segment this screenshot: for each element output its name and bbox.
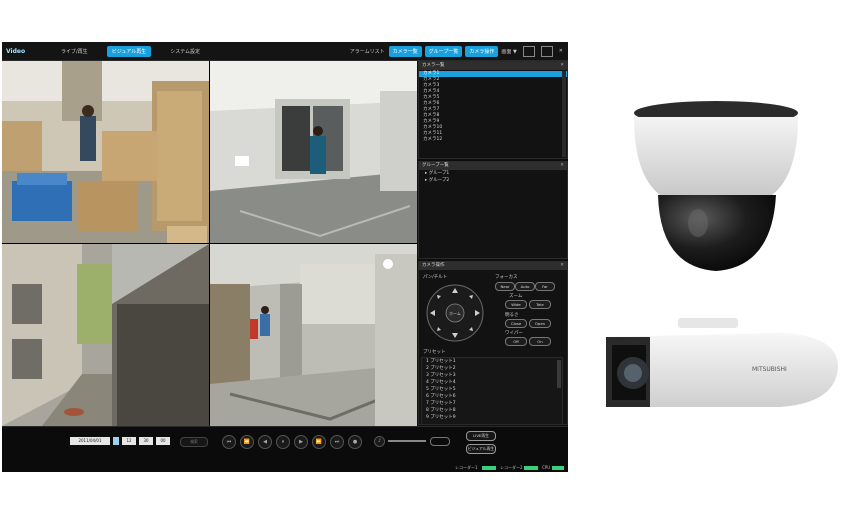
screen-menu[interactable]: 画面 ▼ [501,48,516,55]
zoom-tele-button[interactable]: Tele [529,300,551,309]
tab-system-settings[interactable]: システム設定 [165,46,205,57]
focus-far-button[interactable]: Far [535,282,555,291]
close-icon[interactable]: ✕ [560,262,564,270]
layout-icon[interactable] [522,45,535,57]
preset-item[interactable]: 3 プリセット3 [426,373,554,379]
pause-icon[interactable]: ⏸ [276,435,290,449]
hour-field[interactable]: 12 [122,437,136,445]
playback-bar: 2011/04/01 12 30 00 検索 ⏮ ⏪ ◀ ⏸ ▶ ⏩ ⏭ ● ♪… [2,426,568,472]
camera-control-header: カメラ操作 ✕ [419,262,567,270]
search-button[interactable]: 検索 [180,437,208,447]
camera-list-header: カメラ一覧 ✕ [419,62,567,70]
camera-view-1[interactable] [2,61,209,243]
camera-view-2[interactable] [210,61,417,243]
iris-close-button[interactable]: Close [505,319,527,328]
rewind-icon[interactable]: ⏪ [240,435,254,449]
focus-near-button[interactable]: Near [495,282,515,291]
camera-list-scrollbar[interactable] [562,71,566,157]
cpu-status-label: CPU [542,465,551,470]
speaker-icon[interactable]: ♪ [374,436,385,447]
preset-label: プリセット [423,350,446,355]
camera-control-button[interactable]: カメラ操作 [465,45,499,57]
recorder2-status-bar [524,466,538,470]
close-icon[interactable]: ✕ [560,62,564,70]
group-list-item[interactable]: ▸ グループ2 [419,177,567,184]
group-list-item[interactable]: ▸ グループ1 [419,170,567,177]
close-icon[interactable]: ✕ [560,162,564,170]
minute-field[interactable]: 30 [139,437,153,445]
camera-list-panel: カメラ一覧 ✕ カメラ1 カメラ2 カメラ3 カメラ4 カメラ5 カメラ6 カメ… [418,61,568,159]
iris-label: 明るさ [505,313,519,318]
surveillance-app-window: Video ライブ/再生 ビジュアル再生 システム設定 アラームリスト カメラ一… [2,42,568,472]
iris-open-button[interactable]: Open [529,319,551,328]
camera-video-grid [2,61,417,426]
group-list-panel: グループ一覧 ✕ ▸ グループ1 ▸ グループ2 [418,161,568,259]
cpu-status-bar [552,466,564,470]
skip-end-icon[interactable]: ⏭ [330,435,344,449]
preset-list: 1 プリセット1 2 プリセット2 3 プリセット3 4 プリセット4 5 プリ… [421,357,563,425]
close-icon[interactable]: ✕ [559,48,563,54]
dome-camera-image [634,101,798,271]
play-icon[interactable]: ▶ [294,435,308,449]
calendar-icon[interactable] [113,437,119,445]
second-field[interactable]: 00 [156,437,170,445]
fast-forward-icon[interactable]: ⏩ [312,435,326,449]
volume-slider[interactable] [388,440,426,442]
group-label: グループ1 [428,171,450,176]
skip-start-icon[interactable]: ⏮ [222,435,236,449]
live-playback-button[interactable]: LIVE再生 [466,431,496,441]
alarm-list-link[interactable]: アラームリスト [350,48,385,55]
wiper-label: ワイパー [505,331,523,336]
wiper-on-button[interactable]: On [529,337,551,346]
focus-auto-button[interactable]: Auto [515,282,535,291]
preset-item[interactable]: 5 プリセット5 [426,387,554,393]
app-logo: Video [6,47,26,55]
camera-control-panel: カメラ操作 ✕ パン/チルト フォーカス ホーム Near Auto Far ズ… [418,261,568,425]
recorder2-status-label: レコーダー2 [500,465,523,470]
camera-view-4[interactable] [210,244,417,426]
camera-list-item[interactable]: カメラ12 [419,137,567,143]
preset-item[interactable]: 4 プリセット4 [426,380,554,386]
camera-brand-label: MITSUBISHI [752,366,787,373]
preset-scrollbar[interactable] [557,360,561,388]
camera-view-3[interactable] [2,244,209,426]
preset-item[interactable]: 2 プリセット2 [426,366,554,372]
camera-list-button[interactable]: カメラ一覧 [388,45,422,57]
tab-visual-playback[interactable]: ビジュアル再生 [106,45,152,57]
visual-playback-button[interactable]: ビジュアル再生 [466,444,496,454]
camera-list-title: カメラ一覧 [422,63,445,68]
camera-control-title: カメラ操作 [422,263,445,268]
step-back-icon[interactable]: ◀ [258,435,272,449]
focus-label: フォーカス [495,275,518,280]
window-icon[interactable] [540,45,553,57]
group-label: グループ2 [428,178,450,183]
zoom-label: ズーム [509,294,523,299]
home-button-label[interactable]: ホーム [449,311,461,317]
pantilt-label: パン/チルト [423,275,448,280]
preset-item[interactable]: 7 プリセット7 [426,401,554,407]
preset-item[interactable]: 6 プリセット6 [426,394,554,400]
record-icon[interactable]: ● [348,435,362,449]
group-list-header: グループ一覧 ✕ [419,162,567,170]
group-list-button[interactable]: グループ一覧 [424,45,463,57]
preset-item[interactable]: 8 プリセット8 [426,408,554,414]
recorder1-status-label: レコーダー1 [455,465,478,470]
preset-item[interactable]: 1 プリセット1 [426,359,554,365]
preset-item[interactable]: 9 プリセット9 [426,415,554,421]
box-camera-image: MITSUBISHI [606,318,838,407]
recorder1-status-bar [482,466,496,470]
right-side-panel: カメラ一覧 ✕ カメラ1 カメラ2 カメラ3 カメラ4 カメラ5 カメラ6 カメ… [418,61,568,425]
wiper-off-button[interactable]: Off [505,337,527,346]
date-field[interactable]: 2011/04/01 [70,437,110,445]
volume-toggle[interactable] [430,437,450,446]
zoom-wide-button[interactable]: Wide [505,300,527,309]
group-list-title: グループ一覧 [422,163,449,168]
tab-live[interactable]: ライブ/再生 [56,46,93,57]
top-toolbar: Video ライブ/再生 ビジュアル再生 システム設定 アラームリスト カメラ一… [2,42,568,61]
